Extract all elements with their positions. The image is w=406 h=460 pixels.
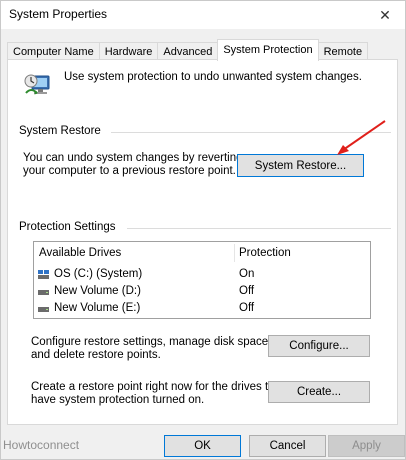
drive-name: New Volume (E:): [54, 302, 141, 314]
group-divider: [127, 228, 391, 229]
drive-icon: [38, 290, 49, 295]
table-row[interactable]: New Volume (E:) Off: [34, 300, 370, 317]
intro-text: Use system protection to undo unwanted s…: [64, 71, 362, 83]
system-drive-icon: [38, 270, 49, 279]
ok-button-label: OK: [194, 440, 211, 452]
close-button[interactable]: ✕: [365, 1, 405, 29]
create-description: Create a restore point right now for the…: [31, 381, 284, 407]
configure-button[interactable]: Configure...: [268, 335, 370, 357]
drive-name: New Volume (D:): [54, 285, 141, 297]
configure-description: Configure restore settings, manage disk …: [31, 336, 271, 362]
drive-protection: On: [239, 268, 255, 280]
system-properties-window: System Properties ✕ Computer Name Hardwa…: [0, 0, 406, 460]
computer-shield-icon: [24, 74, 50, 95]
cancel-button-label: Cancel: [269, 440, 306, 452]
table-row[interactable]: New Volume (D:) Off: [34, 283, 370, 300]
close-icon: ✕: [379, 6, 391, 23]
column-header-protection[interactable]: Protection: [234, 242, 370, 264]
watermark-text: Howtoconnect: [3, 438, 80, 452]
configure-description-line2: and delete restore points.: [31, 349, 161, 361]
protection-settings-group-label: Protection Settings: [19, 221, 120, 233]
system-restore-description-line2: your computer to a previous restore poin…: [23, 165, 236, 177]
create-button[interactable]: Create...: [268, 381, 370, 403]
drive-protection: Off: [239, 302, 255, 314]
system-restore-description: You can undo system changes by reverting…: [23, 152, 243, 178]
ok-button[interactable]: OK: [164, 435, 241, 457]
drive-name: OS (C:) (System): [54, 268, 143, 280]
apply-button[interactable]: Apply: [328, 435, 405, 457]
tab-system-protection[interactable]: System Protection: [217, 39, 319, 61]
cancel-button[interactable]: Cancel: [249, 435, 326, 457]
drive-icon: [38, 307, 49, 312]
column-header-available-drives[interactable]: Available Drives: [34, 242, 234, 264]
drives-table[interactable]: Available Drives Protection OS (C:) (Sys…: [33, 241, 371, 319]
create-button-label: Create...: [296, 386, 342, 398]
create-description-line2: have system protection turned on.: [31, 394, 205, 406]
annotation-arrow-icon: [337, 120, 386, 155]
create-description-line1: Create a restore point right now for the…: [31, 381, 285, 393]
table-row[interactable]: OS (C:) (System) On: [34, 266, 370, 283]
system-restore-description-line1: You can undo system changes by reverting: [23, 152, 243, 164]
drive-protection: Off: [239, 285, 255, 297]
configure-button-label: Configure...: [289, 340, 349, 352]
window-title: System Properties: [9, 7, 108, 21]
configure-description-line1: Configure restore settings, manage disk …: [31, 336, 272, 348]
system-restore-button-label: System Restore...: [254, 159, 347, 172]
system-restore-group-label: System Restore: [19, 125, 105, 137]
title-bar: System Properties ✕: [1, 1, 405, 29]
tab-strip: Computer Name Hardware Advanced System P…: [7, 39, 369, 61]
apply-button-label: Apply: [352, 440, 381, 452]
